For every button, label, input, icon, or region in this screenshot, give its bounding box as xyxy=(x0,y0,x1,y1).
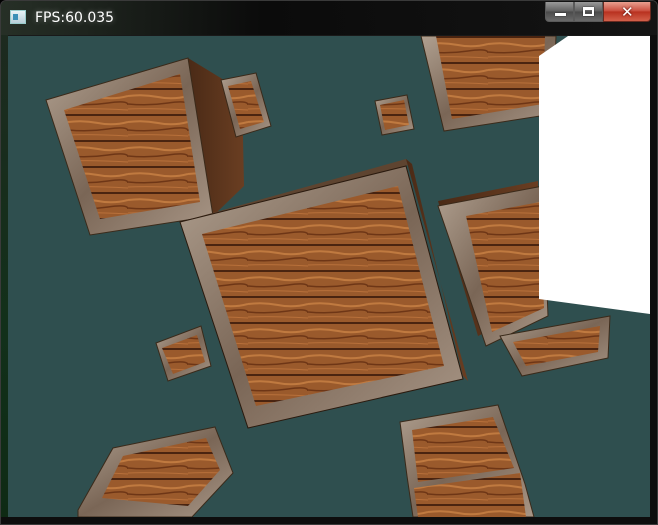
app-window-icon[interactable] xyxy=(10,10,26,24)
close-button[interactable]: ✕ xyxy=(603,2,651,22)
scene-canvas xyxy=(45,36,650,517)
maximize-button[interactable] xyxy=(574,2,603,22)
title-bar[interactable]: FPS:60.035 ✕ xyxy=(1,1,657,35)
window-title: FPS:60.035 xyxy=(35,10,115,26)
minimize-button[interactable] xyxy=(545,2,574,22)
close-icon: ✕ xyxy=(621,3,634,21)
crate-small-left xyxy=(155,325,212,382)
minimize-icon xyxy=(555,13,566,16)
caption-buttons: ✕ xyxy=(545,2,651,23)
maximize-icon xyxy=(583,7,594,16)
crate-top-left xyxy=(45,57,244,236)
render-viewport[interactable] xyxy=(8,36,650,517)
crate-bottom-left xyxy=(77,426,234,517)
window-border-right xyxy=(650,35,657,524)
crate-top-right xyxy=(420,36,557,132)
crate-bottom-center xyxy=(399,404,535,517)
white-plane xyxy=(539,36,650,314)
app-window: FPS:60.035 ✕ xyxy=(0,0,658,525)
window-border-bottom xyxy=(1,517,657,524)
crate-tiny xyxy=(374,94,415,136)
window-border-left xyxy=(1,35,8,524)
